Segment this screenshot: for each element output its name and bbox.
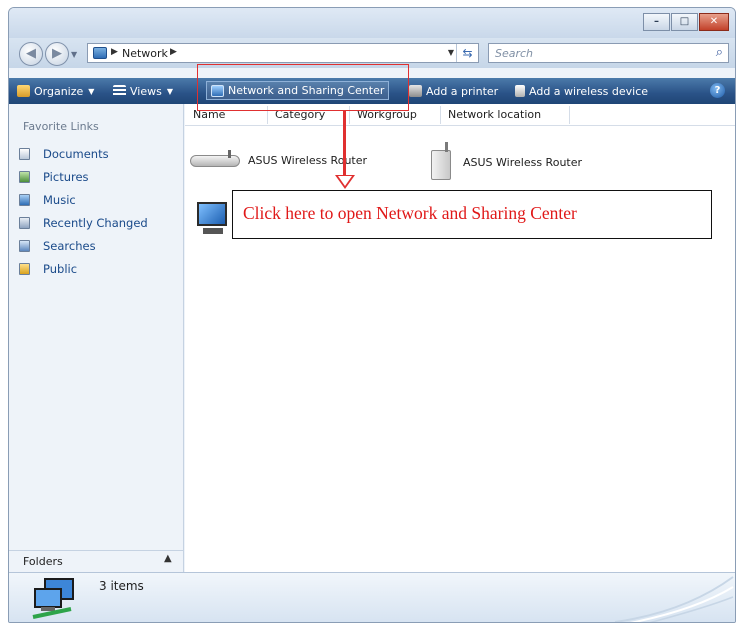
title-bar: – □ ✕ (9, 8, 735, 38)
address-dropdown-icon[interactable]: ▼ (448, 48, 454, 57)
organize-label: Organize (34, 84, 84, 98)
details-pane: 3 items (9, 572, 735, 622)
chevron-up-icon: ▲ (164, 553, 172, 564)
navigation-pane: Favorite Links Documents Pictures Music … (9, 104, 184, 550)
views-icon (113, 85, 126, 97)
printer-icon (409, 85, 422, 97)
instruction-text: Click here to open Network and Sharing C… (243, 203, 577, 223)
favorite-link-label: Searches (43, 238, 96, 253)
favorite-links-heading: Favorite Links (23, 120, 99, 133)
search-icon[interactable]: ⌕ (716, 45, 723, 60)
favorite-link-recently-changed[interactable]: Recently Changed (19, 211, 148, 234)
back-button[interactable]: ◀ (19, 42, 43, 66)
organize-icon (17, 85, 30, 97)
highlight-box (197, 64, 409, 111)
minimize-button[interactable]: – (643, 13, 670, 31)
decorative-swoosh (614, 576, 734, 622)
caption-buttons: – □ ✕ (642, 13, 729, 31)
forward-button[interactable]: ▶ (45, 42, 69, 66)
network-device-item[interactable]: ASUS Wireless Router (425, 142, 582, 182)
minimize-icon: – (654, 16, 659, 27)
network-icon (32, 578, 74, 619)
router-tower-icon (425, 142, 455, 182)
column-header-network-location[interactable]: Network location (448, 108, 541, 121)
maximize-button[interactable]: □ (671, 13, 698, 31)
breadcrumb-separator-icon[interactable]: ▶ (170, 47, 177, 57)
search-placeholder: Search (495, 47, 534, 60)
favorite-link-music[interactable]: Music (19, 188, 148, 211)
favorite-link-documents[interactable]: Documents (19, 142, 148, 165)
favorite-link-label: Public (43, 261, 78, 276)
favorite-links-list: Documents Pictures Music Recently Change… (19, 142, 148, 280)
device-label: ASUS Wireless Router (463, 155, 583, 169)
views-label: Views (130, 84, 162, 98)
add-printer-button[interactable]: Add a printer (409, 83, 498, 99)
views-button[interactable]: Views ▼ (113, 83, 173, 99)
help-icon[interactable]: ? (710, 83, 725, 98)
router-icon (190, 150, 240, 170)
wireless-device-icon (515, 85, 525, 97)
favorite-link-label: Pictures (43, 169, 89, 184)
item-count: 3 items (99, 579, 144, 593)
instruction-callout: Click here to open Network and Sharing C… (232, 190, 712, 239)
close-icon: ✕ (709, 16, 719, 27)
favorite-link-pictures[interactable]: Pictures (19, 165, 148, 188)
computer-icon (193, 200, 233, 238)
add-printer-label: Add a printer (426, 84, 499, 98)
search-input[interactable]: Search ⌕ (488, 43, 729, 63)
breadcrumb-separator-icon[interactable]: ▶ (111, 47, 118, 57)
device-label: ASUS Wireless Router (248, 153, 368, 167)
documents-icon (19, 147, 30, 160)
pictures-icon (19, 170, 30, 183)
add-wireless-device-label: Add a wireless device (529, 84, 649, 98)
back-arrow-icon: ◀ (26, 46, 36, 62)
network-folder-icon (93, 47, 107, 59)
close-button[interactable]: ✕ (699, 13, 729, 31)
column-divider[interactable] (440, 106, 441, 124)
arrow-line (343, 111, 346, 178)
folders-label: Folders (23, 555, 63, 568)
organize-button[interactable]: Organize ▼ (17, 83, 94, 99)
address-bar[interactable]: ▶ Network ▶ ▼ ⇆ (87, 43, 479, 63)
chevron-down-icon: ▼ (88, 86, 95, 96)
favorite-link-label: Documents (43, 146, 109, 161)
music-icon (19, 193, 30, 206)
recent-pages-dropdown[interactable]: ▼ (71, 50, 77, 59)
breadcrumb-network[interactable]: Network (122, 47, 168, 60)
maximize-icon: □ (679, 16, 690, 27)
favorite-link-label: Recently Changed (43, 215, 148, 230)
chevron-down-icon: ▼ (166, 86, 173, 96)
public-folder-icon (19, 262, 30, 275)
network-device-item[interactable]: ASUS Wireless Router (190, 150, 367, 170)
favorite-link-searches[interactable]: Searches (19, 234, 148, 257)
forward-arrow-icon: ▶ (52, 46, 62, 62)
file-list: Name Category Workgroup Network location… (185, 104, 735, 572)
favorite-link-label: Music (43, 192, 76, 207)
searches-icon (19, 239, 30, 252)
arrow-down-icon (335, 175, 355, 189)
folders-toggle[interactable]: Folders ▲ (9, 550, 184, 572)
recently-changed-icon (19, 216, 30, 229)
column-divider[interactable] (569, 106, 570, 124)
add-wireless-device-button[interactable]: Add a wireless device (515, 83, 648, 99)
refresh-icon[interactable]: ⇆ (456, 44, 478, 62)
favorite-link-public[interactable]: Public (19, 257, 148, 280)
